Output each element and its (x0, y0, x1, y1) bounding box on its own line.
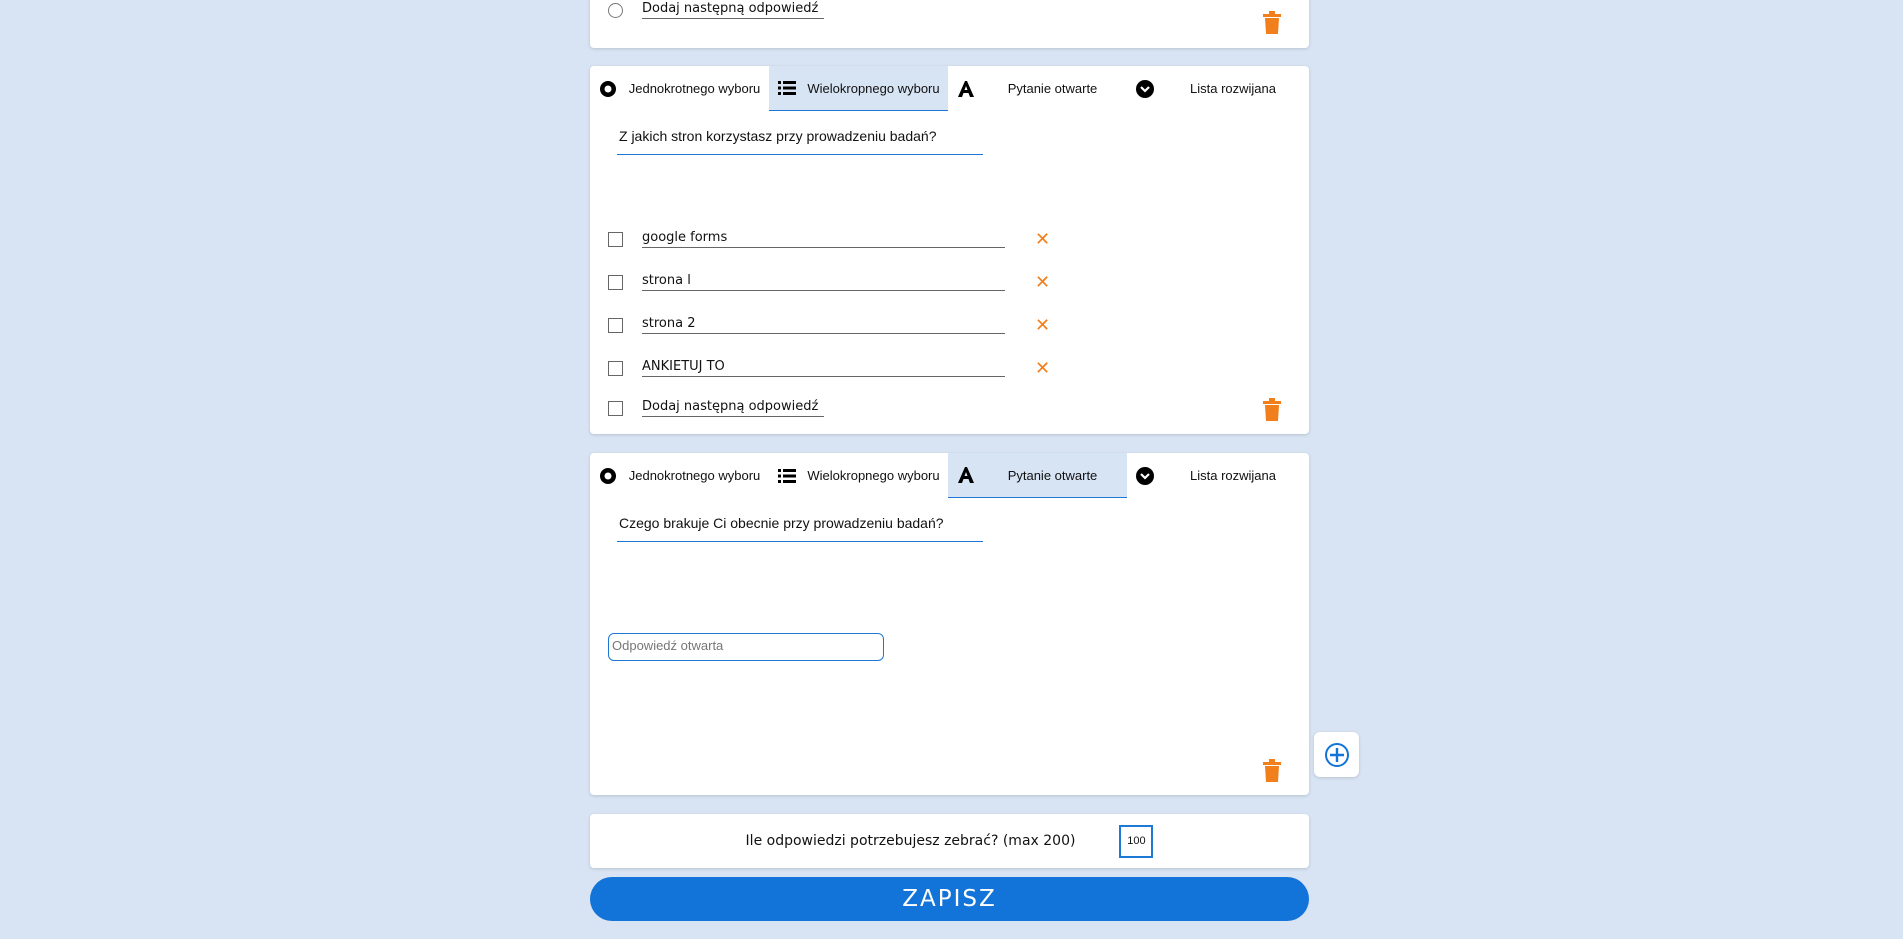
list-icon (769, 80, 805, 96)
response-count-label: Ile odpowiedzi potrzebujesz zebrać? (max… (745, 833, 1076, 849)
question-text-input[interactable]: Z jakich stron korzystasz przy prowadzen… (617, 128, 983, 155)
tab-dropdown-list[interactable]: Lista rozwijana (1127, 453, 1309, 498)
checkbox (608, 400, 623, 416)
plus-circle-icon (1324, 742, 1349, 767)
tab-dropdown-list[interactable]: Lista rozwijana (1127, 66, 1309, 111)
radio-placeholder (608, 2, 623, 18)
radio-selected-icon (590, 467, 626, 485)
option-input[interactable]: strona 2 (642, 316, 1005, 334)
open-answer-input[interactable]: Odpowiedź otwarta (608, 633, 884, 661)
add-option-input[interactable]: Dodaj następną odpowiedź (642, 1, 824, 19)
option-input[interactable]: strona l (642, 273, 1005, 291)
response-count-input[interactable]: 100 (1119, 824, 1154, 858)
tab-single-choice[interactable]: Jednokrotnego wyboru (590, 453, 769, 498)
option-row: strona l ✕ (608, 270, 1050, 294)
add-question-button[interactable] (1314, 732, 1359, 777)
checkbox[interactable] (608, 274, 623, 290)
chevron-down-circle-icon (1127, 79, 1163, 98)
remove-option-icon[interactable]: ✕ (1035, 270, 1050, 294)
add-option-input[interactable]: Dodaj następną odpowiedź (642, 399, 824, 417)
question-card-multi: Jednokrotnego wyboru Wielokropnego wybor… (590, 66, 1309, 434)
add-option-row[interactable]: Dodaj następną odpowiedź (608, 0, 1048, 22)
add-option-row: Dodaj następną odpowiedź (608, 396, 1048, 420)
remove-option-icon[interactable]: ✕ (1035, 356, 1050, 380)
save-button[interactable]: ZAPISZ (590, 877, 1309, 921)
checkbox[interactable] (608, 360, 623, 376)
trash-icon[interactable] (1262, 759, 1282, 783)
tab-open-question[interactable]: Pytanie otwarte (948, 66, 1127, 111)
option-row: ANKIETUJ TO ✕ (608, 356, 1050, 380)
tab-single-choice[interactable]: Jednokrotnego wyboru (590, 66, 769, 111)
trash-icon[interactable] (1262, 11, 1282, 35)
chevron-down-circle-icon (1127, 466, 1163, 485)
option-input[interactable]: ANKIETUJ TO (642, 359, 1005, 377)
list-icon (769, 468, 805, 484)
radio-selected-icon (590, 80, 626, 98)
tab-open-question[interactable]: Pytanie otwarte (948, 453, 1127, 498)
checkbox[interactable] (608, 317, 623, 333)
response-count-card: Ile odpowiedzi potrzebujesz zebrać? (max… (590, 814, 1309, 868)
remove-option-icon[interactable]: ✕ (1035, 313, 1050, 337)
font-icon (948, 80, 984, 98)
remove-option-icon[interactable]: ✕ (1035, 227, 1050, 251)
option-row: strona 2 ✕ (608, 313, 1050, 337)
question-card-previous: Dodaj następną odpowiedź (590, 0, 1309, 48)
checkbox[interactable] (608, 231, 623, 247)
font-icon (948, 466, 984, 484)
question-card-open: Jednokrotnego wyboru Wielokropnego wybor… (590, 453, 1309, 795)
tab-multiple-choice[interactable]: Wielokropnego wyboru (769, 453, 948, 498)
question-type-tabs: Jednokrotnego wyboru Wielokropnego wybor… (590, 66, 1309, 111)
option-input[interactable]: google forms (642, 230, 1005, 248)
option-row: google forms ✕ (608, 227, 1050, 251)
tab-multiple-choice[interactable]: Wielokropnego wyboru (769, 66, 948, 111)
trash-icon[interactable] (1262, 398, 1282, 422)
question-text-input[interactable]: Czego brakuje Ci obecnie przy prowadzeni… (617, 515, 983, 542)
question-type-tabs: Jednokrotnego wyboru Wielokropnego wybor… (590, 453, 1309, 498)
